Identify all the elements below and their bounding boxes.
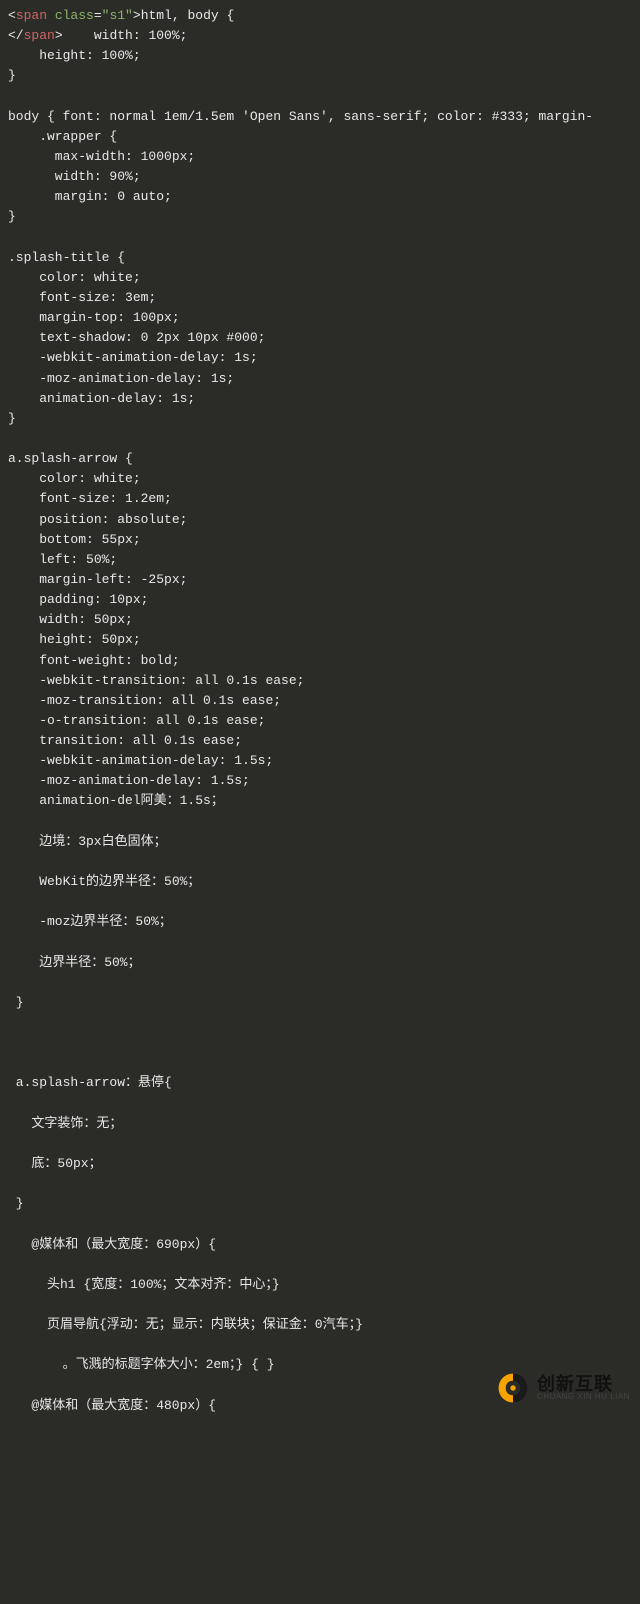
code-line: left: 50%; (8, 552, 117, 567)
code-line: margin: 0 auto; (8, 189, 172, 204)
code-line: } (8, 995, 24, 1010)
code-line: text-shadow: 0 2px 10px #000; (8, 330, 265, 345)
code-line: 页眉导航{浮动：无；显示：内联块；保证金：0汽车；} (8, 1317, 363, 1332)
code-line: height: 100%; (8, 48, 141, 63)
code-line: -o-transition: all 0.1s ease; (8, 713, 265, 728)
code-line: font-size: 3em; (8, 290, 156, 305)
code-line: -moz边界半径：50%； (8, 914, 172, 929)
code-line: max-width: 1000px; (8, 149, 195, 164)
code-line: .wrapper { (8, 129, 117, 144)
code-line: bottom: 55px; (8, 532, 141, 547)
code-line: margin-left: -25px; (8, 572, 187, 587)
code-line: color: white; (8, 471, 141, 486)
code-line: width: 50px; (8, 612, 133, 627)
code-line: margin-top: 100px; (8, 310, 180, 325)
code-line: animation-delay: 1s; (8, 391, 195, 406)
code-line: -moz-animation-delay: 1s; (8, 371, 234, 386)
watermark-subtitle: CHUANG XIN HU LIAN (537, 1393, 630, 1401)
code-line: width: 90%; (8, 169, 141, 184)
code-line: transition: all 0.1s ease; (8, 733, 242, 748)
code-line: @媒体和（最大宽度：480px）{ (8, 1398, 216, 1413)
code-line: WebKit的边界半径：50%； (8, 874, 200, 889)
code-line: -webkit-animation-delay: 1s; (8, 350, 258, 365)
watermark: 创新互联 CHUANG XIN HU LIAN (495, 1370, 630, 1406)
code-line: 文字装饰：无； (8, 1116, 122, 1131)
watermark-title: 创新互联 (537, 1375, 630, 1393)
code-line: 底：50px； (8, 1156, 102, 1171)
watermark-logo-icon (495, 1370, 531, 1406)
code-line: font-weight: bold; (8, 653, 180, 668)
code-line: color: white; (8, 270, 141, 285)
code-line: a.splash-arrow { (8, 451, 133, 466)
code-line: </span> width: 100%; (8, 28, 187, 43)
code-line: position: absolute; (8, 512, 187, 527)
code-line: <span class="s1">html, body { (8, 8, 234, 23)
code-line: font-size: 1.2em; (8, 491, 172, 506)
code-line: animation-del阿美：1.5s； (8, 793, 224, 808)
code-line: height: 50px; (8, 632, 141, 647)
code-line: padding: 10px; (8, 592, 148, 607)
code-line: } (8, 209, 16, 224)
code-line: .splash-title { (8, 250, 125, 265)
code-line: 边界半径：50%； (8, 955, 141, 970)
code-line: -moz-transition: all 0.1s ease; (8, 693, 281, 708)
code-line: body { font: normal 1em/1.5em 'Open Sans… (8, 109, 593, 124)
code-line: 。飞溅的标题字体大小：2em；} { } (8, 1357, 275, 1372)
code-line: 边境：3px白色固体； (8, 834, 167, 849)
code-block: <span class="s1">html, body { </span> wi… (8, 6, 632, 1416)
code-line: a.splash-arrow：悬停{ (8, 1075, 172, 1090)
code-line: -webkit-transition: all 0.1s ease; (8, 673, 304, 688)
code-line: } (8, 68, 16, 83)
code-line: } (8, 411, 16, 426)
code-line: 头h1 {宽度：100%；文本对齐：中心；} (8, 1277, 280, 1292)
code-line: -webkit-animation-delay: 1.5s; (8, 753, 273, 768)
code-line: -moz-animation-delay: 1.5s; (8, 773, 250, 788)
code-line: } (8, 1196, 24, 1211)
code-line: @媒体和（最大宽度：690px）{ (8, 1237, 216, 1252)
